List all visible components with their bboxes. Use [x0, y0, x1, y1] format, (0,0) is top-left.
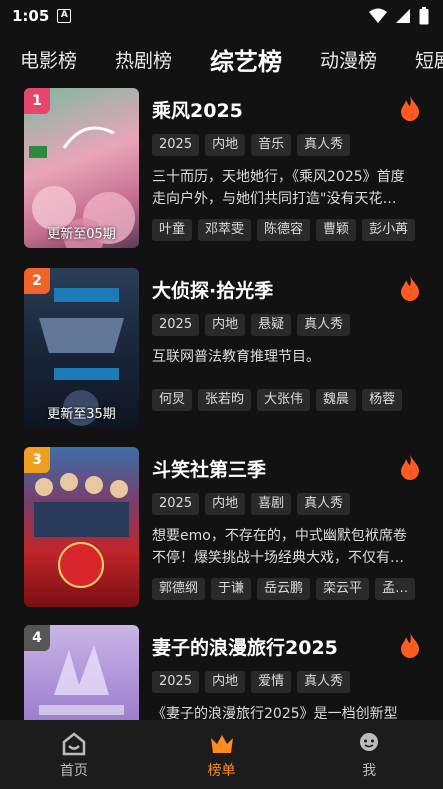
- cast-chip[interactable]: 于谦: [211, 578, 252, 600]
- rank-badge: 4: [24, 625, 50, 651]
- tag-genre[interactable]: 音乐: [251, 134, 292, 156]
- fire-icon: [401, 95, 419, 121]
- cast-chip[interactable]: 彭小苒: [362, 219, 416, 241]
- tab-variety[interactable]: 综艺榜: [210, 42, 282, 77]
- signal-icon: [396, 9, 410, 23]
- status-bar: 1:05 A: [0, 0, 443, 32]
- tag-type[interactable]: 真人秀: [297, 134, 351, 156]
- cast-chip[interactable]: 杨蓉: [362, 389, 403, 411]
- tag-genre[interactable]: 喜剧: [251, 493, 292, 515]
- show-description: 想要emo，不存在的，中式幽默包袱席卷不停！爆笑挑战十场经典大戏，不仅有…: [152, 528, 407, 566]
- show-description: 三十而历，天地她行，《乘风2025》首度走向户外，与她们共同打造"没有天花…: [152, 169, 405, 207]
- category-tabs: 电影榜 热剧榜 综艺榜 动漫榜 短剧: [0, 36, 443, 82]
- cast-chip[interactable]: 孟…: [375, 578, 416, 600]
- update-label: 更新至35期: [47, 407, 116, 422]
- show-title[interactable]: 大侦探·拾光季: [152, 276, 273, 303]
- rank-badge: 2: [24, 268, 50, 294]
- list-item[interactable]: 3 斗笑社第三季 2025 内地 喜剧 真人秀 想要emo，不存在的，中式幽默包…: [0, 447, 443, 612]
- tag-type[interactable]: 真人秀: [297, 314, 351, 336]
- tag-region[interactable]: 内地: [205, 493, 246, 515]
- app-notification-icon: A: [57, 9, 72, 23]
- cast-chip[interactable]: 郭德纲: [152, 578, 206, 600]
- list-item[interactable]: 2 更新至35期 大侦探·拾光季 2025 内地 悬疑 真人秀 互联网普法教育推…: [0, 268, 443, 433]
- tab-anime[interactable]: 动漫榜: [320, 46, 377, 73]
- list-item[interactable]: 1 更新至05期 乘风2025 2025 内地 音乐 真人秀 三十而历，天地她行…: [0, 88, 443, 253]
- tab-movie[interactable]: 电影榜: [20, 46, 77, 73]
- nav-home[interactable]: 首页: [0, 720, 148, 789]
- tag-region[interactable]: 内地: [205, 134, 246, 156]
- tag-region[interactable]: 内地: [205, 671, 246, 693]
- tag-type[interactable]: 真人秀: [297, 671, 351, 693]
- tag-row: 2025 内地 喜剧 真人秀: [152, 493, 351, 515]
- tag-genre[interactable]: 悬疑: [251, 314, 292, 336]
- update-label: 更新至05期: [47, 227, 116, 242]
- tag-region[interactable]: 内地: [205, 314, 246, 336]
- cast-chip[interactable]: 张若昀: [198, 389, 252, 411]
- home-icon: [62, 732, 86, 756]
- poster-image[interactable]: 3: [24, 447, 139, 607]
- nav-profile[interactable]: 我: [295, 720, 443, 789]
- fire-icon: [401, 275, 419, 301]
- show-title[interactable]: 妻子的浪漫旅行2025: [152, 633, 338, 660]
- tab-short-drama[interactable]: 短剧: [415, 46, 443, 73]
- tag-genre[interactable]: 爱情: [251, 671, 292, 693]
- cast-row: 郭德纲 于谦 岳云鹏 栾云平 孟…: [152, 578, 416, 600]
- cast-chip[interactable]: 陈德容: [257, 219, 311, 241]
- tag-row: 2025 内地 爱情 真人秀: [152, 671, 351, 693]
- cast-row: 何炅 张若昀 大张伟 魏晨 杨蓉: [152, 389, 403, 411]
- show-title[interactable]: 斗笑社第三季: [152, 455, 266, 482]
- nav-profile-label: 我: [362, 763, 377, 779]
- show-description: 互联网普法教育推理节目。: [152, 349, 320, 365]
- status-time: 1:05: [12, 7, 50, 25]
- nav-home-label: 首页: [59, 763, 88, 779]
- cast-chip[interactable]: 岳云鹏: [257, 578, 311, 600]
- poster-image[interactable]: 1 更新至05期: [24, 88, 139, 248]
- tag-year[interactable]: 2025: [152, 134, 200, 156]
- cast-chip[interactable]: 何炅: [152, 389, 193, 411]
- profile-icon: [360, 733, 379, 751]
- poster-image[interactable]: 2 更新至35期: [24, 268, 139, 428]
- show-title[interactable]: 乘风2025: [152, 96, 243, 123]
- cast-chip[interactable]: 叶童: [152, 219, 193, 241]
- cast-chip[interactable]: 栾云平: [316, 578, 370, 600]
- rank-badge: 3: [24, 447, 50, 473]
- tag-row: 2025 内地 音乐 真人秀: [152, 134, 351, 156]
- tag-year[interactable]: 2025: [152, 671, 200, 693]
- tag-year[interactable]: 2025: [152, 493, 200, 515]
- cast-row: 叶童 邓萃雯 陈德容 曹颖 彭小苒: [152, 219, 416, 241]
- tag-type[interactable]: 真人秀: [297, 493, 351, 515]
- tag-year[interactable]: 2025: [152, 314, 200, 336]
- battery-icon: [419, 7, 429, 25]
- cast-chip[interactable]: 魏晨: [316, 389, 357, 411]
- cast-chip[interactable]: 大张伟: [257, 389, 311, 411]
- bottom-nav: 首页 榜单 我: [0, 720, 443, 789]
- crown-icon: [210, 735, 233, 753]
- rank-badge: 1: [24, 88, 50, 114]
- tab-drama[interactable]: 热剧榜: [115, 46, 172, 73]
- nav-ranking-label: 榜单: [207, 763, 236, 779]
- cast-chip[interactable]: 邓萃雯: [198, 219, 252, 241]
- status-indicators: [369, 7, 429, 25]
- tag-row: 2025 内地 悬疑 真人秀: [152, 314, 351, 336]
- nav-ranking[interactable]: 榜单: [148, 720, 296, 789]
- wifi-icon: [369, 8, 387, 23]
- fire-icon: [401, 454, 419, 480]
- fire-icon: [401, 632, 419, 658]
- cast-chip[interactable]: 曹颖: [316, 219, 357, 241]
